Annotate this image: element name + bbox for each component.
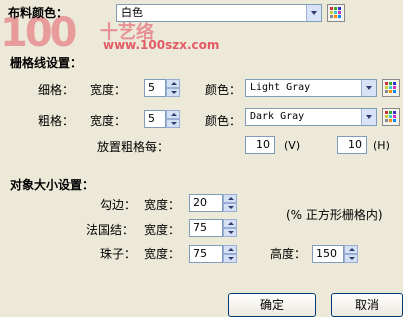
bead-height-spinner[interactable] <box>344 245 358 263</box>
spin-down-icon[interactable] <box>166 119 180 128</box>
spin-down-icon[interactable] <box>223 203 237 212</box>
coarse-grid-label: 粗格： <box>38 114 75 128</box>
french-knot-width-spinner[interactable] <box>223 219 237 237</box>
object-size-heading: 对象大小设置： <box>10 178 95 192</box>
spin-down-icon[interactable] <box>223 254 237 263</box>
coarse-every-v-unit: (V) <box>284 139 301 152</box>
color-palette-icon[interactable] <box>382 108 400 126</box>
bead-width-input[interactable]: 75 <box>189 245 223 263</box>
outline-label: 勾边： <box>100 198 137 212</box>
grid-settings-heading: 栅格线设置： <box>10 56 83 70</box>
coarse-width-spinner[interactable] <box>166 110 180 128</box>
watermark-url: www.100szx.com <box>103 38 220 52</box>
cloth-color-select[interactable]: 白色 <box>116 4 322 22</box>
bead-width-label: 宽度： <box>144 247 181 261</box>
bead-width-spinner[interactable] <box>223 245 237 263</box>
coarse-width-input[interactable]: 5 <box>144 110 166 128</box>
fine-width-label: 宽度： <box>90 83 127 97</box>
coarse-every-h-unit: (H) <box>373 139 390 152</box>
coarse-color-select[interactable]: Dark Gray <box>245 108 377 126</box>
coarse-every-h-input[interactable]: 10 <box>337 136 367 154</box>
cloth-color-label: 布料颜色： <box>8 6 69 20</box>
coarse-color-value: Dark Gray <box>250 111 305 122</box>
cancel-button[interactable]: 取消 <box>331 293 403 317</box>
outline-width-input[interactable]: 20 <box>189 194 223 212</box>
chevron-down-icon[interactable] <box>361 80 376 96</box>
bead-height-label: 高度： <box>270 247 307 261</box>
spin-up-icon[interactable] <box>223 219 237 228</box>
chevron-down-icon[interactable] <box>361 109 376 125</box>
coarse-width-label: 宽度： <box>90 114 127 128</box>
bead-label: 珠子： <box>100 247 137 261</box>
ok-button[interactable]: 确定 <box>228 293 316 317</box>
size-unit-note: (% 正方形栅格内) <box>286 208 383 222</box>
cloth-color-value: 白色 <box>121 6 143 19</box>
chevron-down-icon[interactable] <box>306 5 321 21</box>
color-palette-icon[interactable] <box>382 79 400 97</box>
outline-width-spinner[interactable] <box>223 194 237 212</box>
spin-down-icon[interactable] <box>166 88 180 97</box>
spin-down-icon[interactable] <box>223 228 237 237</box>
spin-up-icon[interactable] <box>223 245 237 254</box>
french-knot-width-input[interactable]: 75 <box>189 219 223 237</box>
spin-up-icon[interactable] <box>166 110 180 119</box>
fine-color-label: 颜色： <box>205 83 242 97</box>
spin-up-icon[interactable] <box>344 245 358 254</box>
spin-down-icon[interactable] <box>344 254 358 263</box>
bead-height-input[interactable]: 150 <box>312 245 344 263</box>
coarse-every-v-input[interactable]: 10 <box>245 136 275 154</box>
fine-grid-label: 细格： <box>38 83 75 97</box>
fine-color-value: Light Gray <box>250 82 311 93</box>
spin-up-icon[interactable] <box>223 194 237 203</box>
color-palette-icon[interactable] <box>327 4 345 22</box>
fine-width-input[interactable]: 5 <box>144 79 166 97</box>
spin-up-icon[interactable] <box>166 79 180 88</box>
fine-width-spinner[interactable] <box>166 79 180 97</box>
french-knot-label: 法国结： <box>86 223 135 237</box>
fine-color-select[interactable]: Light Gray <box>245 79 377 97</box>
french-knot-width-label: 宽度： <box>144 223 181 237</box>
coarse-color-label: 颜色： <box>205 114 242 128</box>
coarse-every-label: 放置粗格每： <box>97 140 170 154</box>
outline-width-label: 宽度： <box>144 198 181 212</box>
